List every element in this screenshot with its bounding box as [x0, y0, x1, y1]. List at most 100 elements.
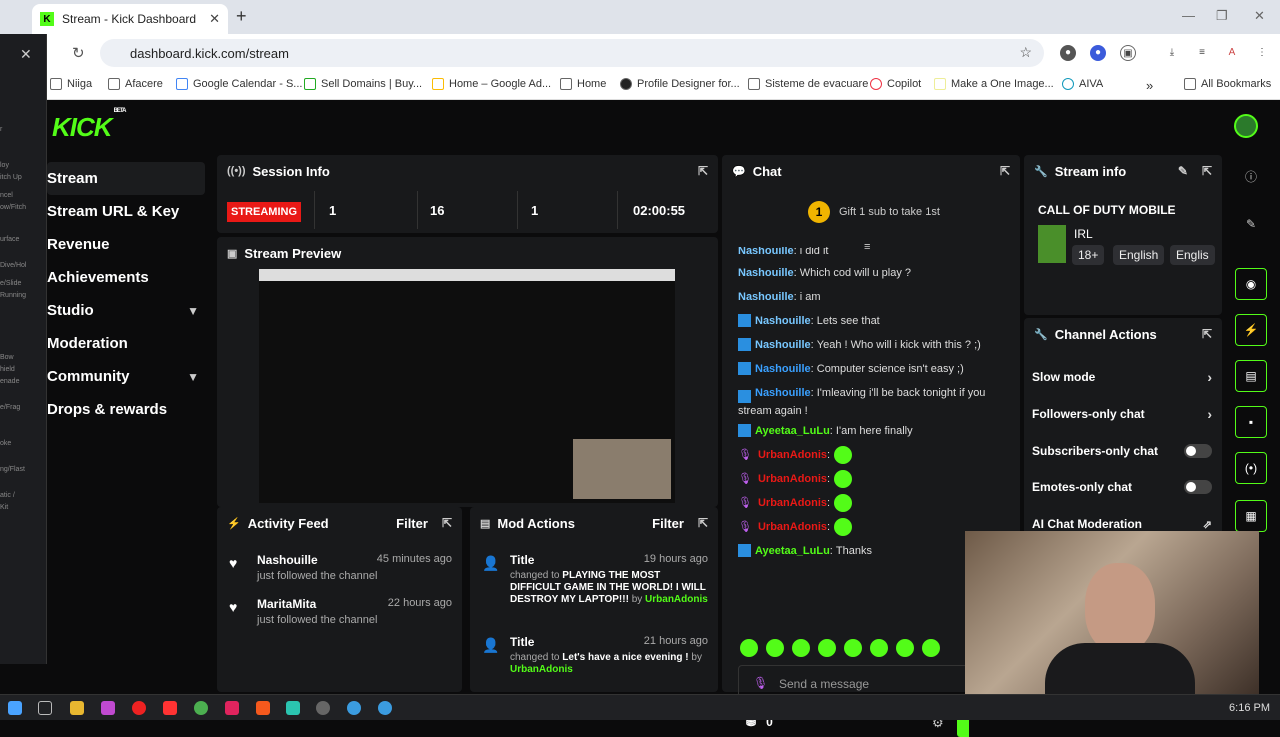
browser-menu-icon[interactable]: ⋮	[1254, 45, 1270, 61]
bookmark-star-icon[interactable]: ☆	[1019, 44, 1032, 61]
app-icon[interactable]	[378, 701, 392, 715]
heart-icon: ♥	[229, 555, 238, 571]
chat-messages: Nashouille: i did it Nashouille: Which c…	[738, 247, 1008, 563]
popout-icon[interactable]: ⇱	[1000, 164, 1010, 178]
download-icon[interactable]: ⤓	[1164, 45, 1180, 61]
popout-icon[interactable]: ⇱	[698, 164, 708, 178]
filter-button[interactable]: Filter	[652, 516, 684, 531]
chrome-icon[interactable]	[194, 701, 208, 715]
emotes-only-row[interactable]: Emotes-only chat	[1032, 480, 1212, 494]
bookmark-item[interactable]: Niiga	[50, 78, 92, 90]
sidebar-item-achievements[interactable]: Achievements	[47, 261, 205, 294]
sidebar-item-stream[interactable]: Stream	[47, 162, 205, 195]
camera-icon[interactable]: ◉	[1235, 268, 1267, 300]
bookmark-item[interactable]: Home – Google Ad...	[432, 78, 551, 90]
bookmark-item[interactable]: Make a One Image...	[934, 78, 1054, 90]
reload-icon[interactable]: ↻	[72, 44, 85, 62]
extensions-puzzle-icon[interactable]: ▣	[1120, 45, 1136, 61]
app-icon[interactable]	[286, 701, 300, 715]
browser-tab[interactable]: K Stream - Kick Dashboard ✕	[32, 4, 228, 34]
lightning-icon[interactable]: ⚡	[1235, 314, 1267, 346]
filter-button[interactable]: Filter	[396, 516, 428, 531]
stream-preview-video[interactable]	[259, 269, 675, 503]
layout-icon[interactable]: ▦	[1235, 500, 1267, 532]
url-field[interactable]: dashboard.kick.com/stream ☆	[100, 39, 1044, 67]
slow-mode-row[interactable]: Slow mode ›	[1032, 369, 1212, 385]
chat-message: Ayeetaa_LuLu: I'am here finally	[738, 419, 1008, 443]
chevron-down-icon: ▼	[187, 369, 199, 384]
emote-icon	[896, 639, 914, 657]
window-close-icon[interactable]: ✕	[1254, 8, 1265, 24]
mic-icon: 🎙	[738, 449, 752, 461]
subscribers-only-toggle[interactable]	[1184, 444, 1212, 458]
ai-moderation-row[interactable]: AI Chat Moderation ⇗	[1032, 517, 1212, 531]
overlay-list: r loy itch Up ncel ow/Fitch urface Dive/Ho…	[0, 126, 27, 511]
notes-icon[interactable]: ▤	[1235, 360, 1267, 392]
chat-message: Nashouille: i am	[738, 291, 821, 303]
pencil-icon[interactable]: ✎	[1235, 208, 1267, 240]
bookmark-item[interactable]: Home	[560, 78, 606, 90]
emote-picker-row[interactable]	[740, 639, 940, 657]
minimize-icon[interactable]: —	[1182, 8, 1195, 23]
sidebar-item-stream-url-key[interactable]: Stream URL & Key	[47, 195, 205, 228]
broadcast-icon[interactable]: (•)	[1235, 452, 1267, 484]
task-view-icon[interactable]	[38, 701, 52, 715]
bookmark-item[interactable]: Copilot	[870, 78, 921, 90]
app-icon[interactable]	[347, 701, 361, 715]
pencil-icon[interactable]: ✎	[1178, 164, 1188, 178]
popout-icon[interactable]: ⇱	[1202, 327, 1212, 341]
new-tab-icon[interactable]: +	[236, 6, 247, 27]
file-explorer-icon[interactable]	[70, 701, 84, 715]
bookmark-item[interactable]: Sisteme de evacuare	[748, 78, 868, 90]
popout-icon[interactable]: ⇱	[1202, 164, 1212, 178]
avatar[interactable]	[1234, 114, 1258, 138]
brave-icon[interactable]	[256, 701, 270, 715]
emote-icon	[792, 639, 810, 657]
maximize-icon[interactable]: ❐	[1216, 8, 1228, 24]
followers-only-row[interactable]: Followers-only chat ›	[1032, 406, 1212, 422]
info-icon[interactable]: ⓘ	[1235, 160, 1267, 192]
kick-logo[interactable]: KICKBETA	[52, 108, 126, 143]
app-icon[interactable]	[225, 701, 239, 715]
bookmark-item[interactable]: Profile Designer for...	[620, 78, 740, 90]
chat-bubble-icon[interactable]: ▪	[1235, 406, 1267, 438]
sidebar-item-moderation[interactable]: Moderation	[47, 327, 205, 360]
sidebar-item-community[interactable]: Community ▼	[47, 360, 205, 393]
close-overlay-icon[interactable]: ✕	[20, 46, 32, 63]
emotes-only-toggle[interactable]	[1184, 480, 1212, 494]
bookmark-item[interactable]: Sell Domains | Buy...	[304, 78, 422, 90]
wrench-icon: 🔧	[1034, 165, 1048, 178]
subscribers-only-row[interactable]: Subscribers-only chat	[1032, 444, 1212, 458]
profile-icon[interactable]: A	[1224, 45, 1240, 61]
opera-icon[interactable]	[132, 701, 146, 715]
app-icon[interactable]	[101, 701, 115, 715]
all-bookmarks[interactable]: All Bookmarks	[1184, 78, 1271, 90]
user-badge-icon	[738, 362, 751, 375]
category-title: CALL OF DUTY MOBILE	[1038, 203, 1176, 217]
chat-message-continued: stream again !	[738, 405, 808, 417]
bookmark-item[interactable]: AIVA	[1062, 78, 1103, 90]
extension-icon[interactable]: ●	[1060, 45, 1076, 61]
bookmark-item[interactable]: Afacere	[108, 78, 163, 90]
user-edit-icon: 👤	[482, 637, 500, 653]
emote-icon	[834, 446, 853, 464]
bookmark-item[interactable]: Google Calendar - S...	[176, 78, 302, 90]
close-tab-icon[interactable]: ✕	[209, 11, 220, 27]
extension-icon[interactable]: ●	[1090, 45, 1106, 61]
tab-title: Stream - Kick Dashboard	[62, 12, 197, 26]
popout-icon[interactable]: ⇱	[442, 516, 452, 530]
media-control-icon[interactable]: ≡	[1194, 45, 1210, 61]
popout-icon[interactable]: ⇱	[698, 516, 708, 530]
sidebar-item-studio[interactable]: Studio ▼	[47, 294, 205, 327]
panel-title: Activity Feed	[247, 515, 329, 531]
user-badge-icon	[738, 424, 751, 437]
obs-icon[interactable]	[316, 701, 330, 715]
session-info-panel: ((•)) Session Info ⇱ STREAMING 1 16 1 02:0…	[217, 155, 718, 233]
gift-sub-banner[interactable]: 1 Gift 1 sub to take 1st	[808, 201, 940, 223]
sidebar-item-drops-rewards[interactable]: Drops & rewards	[47, 393, 205, 426]
chat-message: Nashouille: Computer science isn't easy …	[738, 357, 1008, 381]
app-icon[interactable]	[163, 701, 177, 715]
more-bookmarks-icon[interactable]: »	[1146, 78, 1153, 93]
start-icon[interactable]	[8, 701, 22, 715]
sidebar-item-revenue[interactable]: Revenue	[47, 228, 205, 261]
